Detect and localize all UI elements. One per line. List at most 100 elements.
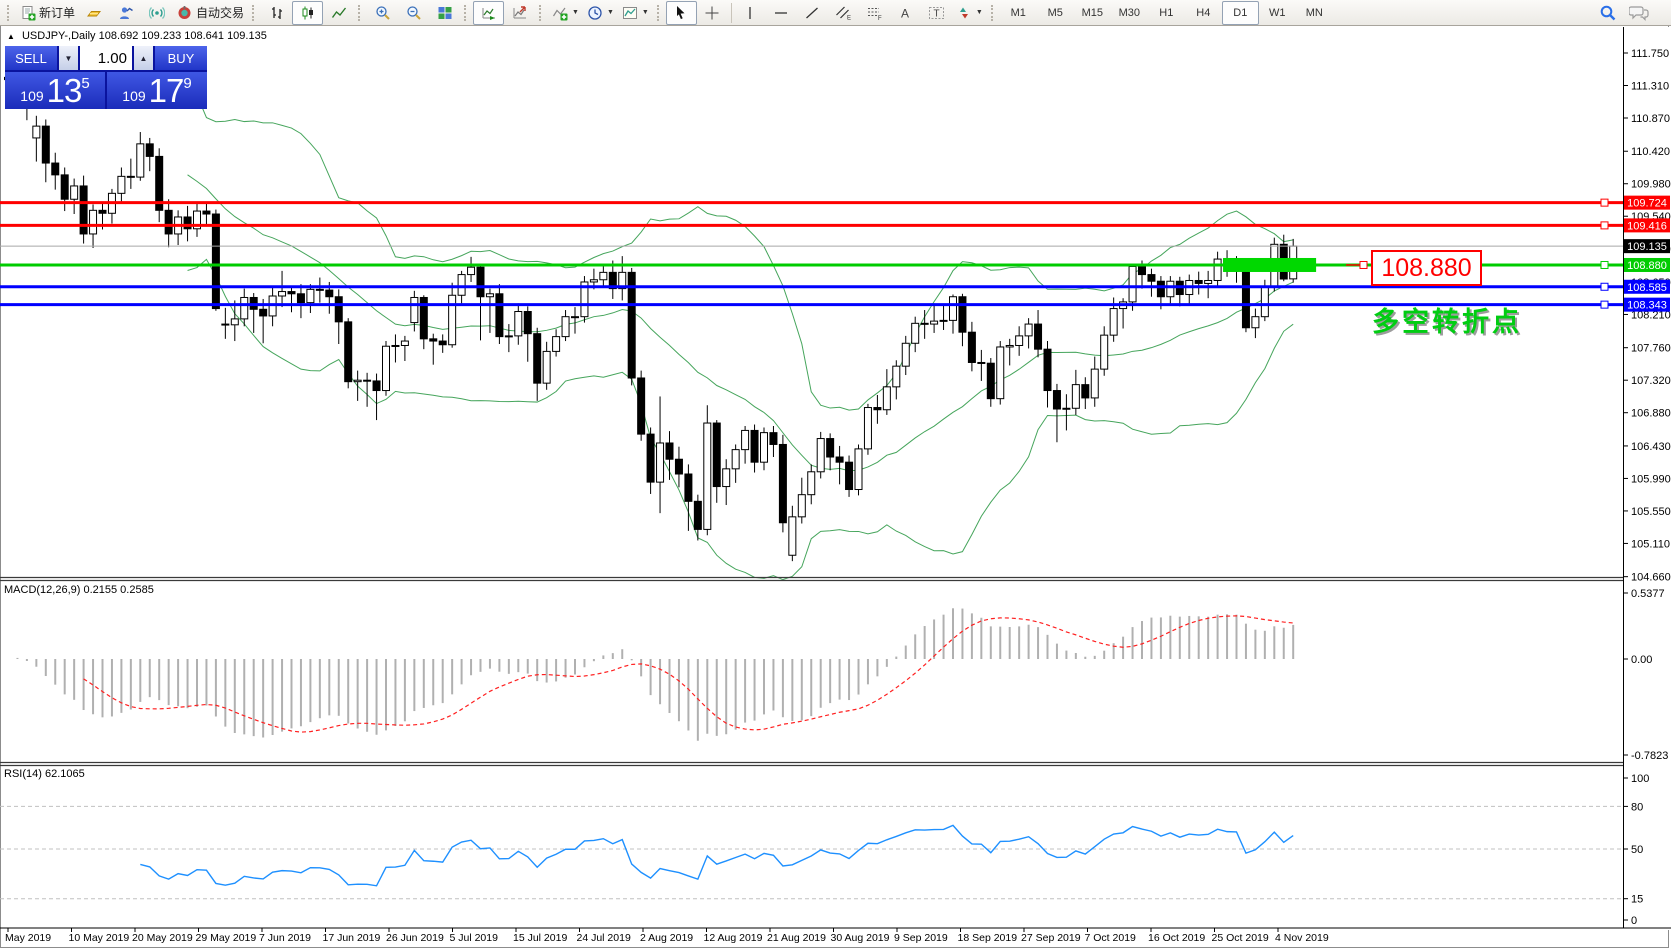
equidistant-channel-button[interactable]: E (828, 1, 859, 25)
zoom-in-icon (375, 5, 391, 21)
fibonacci-button[interactable]: F (859, 1, 890, 25)
chat-button[interactable] (1623, 1, 1654, 25)
candle (940, 320, 947, 321)
chart-shift-button[interactable] (504, 1, 535, 25)
zoom-out-button[interactable] (398, 1, 429, 25)
volume-input[interactable] (80, 46, 132, 70)
horizontal-line-button[interactable] (766, 1, 797, 25)
timeframe-m1[interactable]: M1 (1000, 1, 1037, 25)
pivot-annotation-text[interactable]: 多空转折点 (1372, 300, 1522, 339)
collapse-arrow-icon[interactable]: ▲ (7, 32, 15, 41)
candle (846, 462, 853, 489)
timeframe-h1[interactable]: H1 (1148, 1, 1185, 25)
svg-text:24 Jul 2019: 24 Jul 2019 (577, 932, 631, 944)
trendline-icon (804, 5, 820, 21)
timeframe-m30[interactable]: M30 (1111, 1, 1148, 25)
deposit-button[interactable] (79, 1, 110, 25)
candle (704, 423, 711, 529)
toolbar-grip[interactable] (539, 5, 544, 21)
vertical-line-button[interactable] (735, 1, 766, 25)
toolbar-grip[interactable] (358, 5, 363, 21)
line-handle[interactable] (1601, 222, 1608, 229)
sell-price-pips: 13 (47, 77, 82, 105)
dropdown-arrow-icon: ▼ (607, 9, 614, 16)
candle (439, 341, 446, 345)
line-handle[interactable] (1601, 301, 1608, 308)
candle (1214, 259, 1221, 280)
sell-price-figure: 109 (20, 89, 43, 103)
line-handle[interactable] (1601, 283, 1608, 290)
tile-windows-button[interactable] (429, 1, 460, 25)
pivot-highlight-box[interactable] (1223, 258, 1316, 272)
candle (279, 292, 286, 296)
cursor-button[interactable] (666, 1, 697, 25)
line-chart-button[interactable] (323, 1, 354, 25)
timeframe-m15[interactable]: M15 (1074, 1, 1111, 25)
toolbar-grip[interactable] (657, 5, 662, 21)
toolbar-separator (731, 3, 732, 23)
crosshair-button[interactable] (697, 1, 728, 25)
indicators-icon (552, 5, 568, 21)
svg-text:109.416: 109.416 (1627, 220, 1667, 232)
svg-text:29 May 2019: 29 May 2019 (196, 932, 257, 944)
svg-text:109.980: 109.980 (1631, 179, 1671, 191)
periods-button[interactable]: ▼ (583, 1, 618, 25)
candle (675, 459, 682, 474)
candle (808, 472, 815, 495)
timeframe-w1[interactable]: W1 (1259, 1, 1296, 25)
svg-text:109.135: 109.135 (1627, 241, 1667, 253)
auto-trading-button[interactable]: 自动交易 (172, 1, 248, 25)
bar-chart-button[interactable] (261, 1, 292, 25)
new-order-button[interactable]: 新订单 (16, 1, 79, 25)
timeframe-m5[interactable]: M5 (1037, 1, 1074, 25)
trendline-button[interactable] (797, 1, 828, 25)
volume-decrease-button[interactable]: ▼ (59, 46, 78, 70)
candle (1242, 266, 1249, 328)
candle (1053, 391, 1060, 409)
svg-text:16 Oct 2019: 16 Oct 2019 (1148, 932, 1205, 944)
chart-canvas[interactable]: 111.750111.310110.870110.420109.980109.5… (0, 0, 1671, 950)
toolbar-grip[interactable] (464, 5, 469, 21)
auto-scroll-button[interactable] (473, 1, 504, 25)
svg-text:104.660: 104.660 (1631, 572, 1671, 584)
callout-anchor-handle[interactable] (1360, 261, 1367, 268)
crosshair-icon (704, 5, 720, 21)
svg-text:105.990: 105.990 (1631, 473, 1671, 485)
candle (742, 430, 749, 449)
svg-text:108.343: 108.343 (1627, 300, 1667, 312)
candle (137, 144, 144, 177)
vertical-line-icon (743, 5, 757, 21)
new-order-label: 新订单 (39, 4, 75, 21)
toolbar-grip[interactable] (7, 5, 12, 21)
candlestick-chart-button[interactable] (292, 1, 323, 25)
candle (959, 297, 966, 332)
text-label-button[interactable]: T (921, 1, 952, 25)
line-handle[interactable] (1601, 199, 1608, 206)
timeframe-mn[interactable]: MN (1296, 1, 1333, 25)
community-button[interactable] (110, 1, 141, 25)
bollinger-bands (188, 79, 1294, 580)
svg-text:9 Sep 2019: 9 Sep 2019 (894, 932, 948, 944)
text-button[interactable]: A (890, 1, 921, 25)
candle (505, 336, 512, 337)
price-callout-108880[interactable]: 108.880 (1371, 250, 1482, 286)
timeframe-h4[interactable]: H4 (1185, 1, 1222, 25)
sell-button[interactable]: SELL (5, 46, 57, 70)
zoom-in-button[interactable] (367, 1, 398, 25)
arrows-button[interactable]: ▼ (952, 1, 987, 25)
svg-text:25 Oct 2019: 25 Oct 2019 (1212, 932, 1269, 944)
templates-button[interactable]: ▼ (618, 1, 653, 25)
line-handle[interactable] (1601, 261, 1608, 268)
signals-button[interactable] (141, 1, 172, 25)
timeframe-d1[interactable]: D1 (1222, 1, 1259, 25)
buy-button[interactable]: BUY (155, 46, 207, 70)
candle (534, 334, 541, 383)
volume-increase-button[interactable]: ▲ (134, 46, 153, 70)
candle (1157, 281, 1164, 297)
search-button[interactable] (1592, 1, 1623, 25)
toolbar-grip[interactable] (252, 5, 257, 21)
toolbar-grip[interactable] (991, 5, 996, 21)
indicators-button[interactable]: ▼ (548, 1, 583, 25)
svg-text:0.5377: 0.5377 (1631, 588, 1665, 600)
candle (590, 280, 597, 282)
